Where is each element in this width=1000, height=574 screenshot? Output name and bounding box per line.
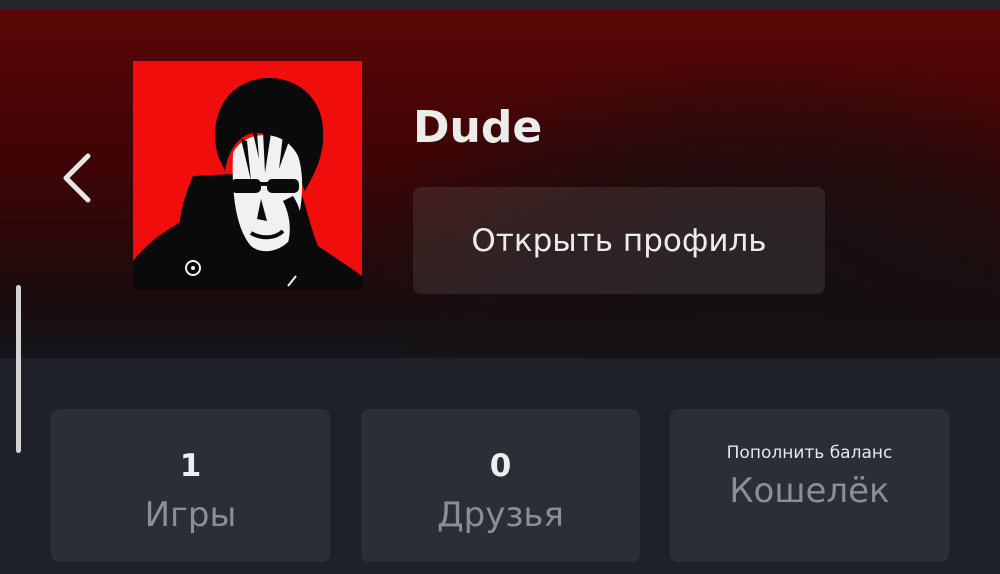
games-count: 1 bbox=[179, 448, 202, 484]
games-card[interactable]: 1 Игры bbox=[51, 409, 330, 562]
wallet-card[interactable]: Пополнить баланс Кошелёк bbox=[670, 409, 949, 562]
friends-card[interactable]: 0 Друзья bbox=[361, 409, 640, 562]
scrollbar[interactable] bbox=[16, 285, 21, 453]
top-up-balance-link[interactable]: Пополнить баланс bbox=[670, 441, 949, 465]
back-button[interactable] bbox=[58, 150, 98, 206]
friends-label: Друзья bbox=[437, 495, 564, 535]
avatar bbox=[133, 61, 362, 290]
friends-count: 0 bbox=[489, 448, 512, 484]
games-label: Игры bbox=[144, 495, 237, 535]
open-profile-button[interactable]: Открыть профиль bbox=[413, 187, 825, 294]
avatar-image bbox=[133, 61, 362, 290]
wallet-label: Кошелёк bbox=[729, 471, 890, 511]
top-bar bbox=[0, 0, 1000, 10]
chevron-left-icon bbox=[63, 153, 91, 203]
profile-username: Dude bbox=[413, 102, 543, 153]
